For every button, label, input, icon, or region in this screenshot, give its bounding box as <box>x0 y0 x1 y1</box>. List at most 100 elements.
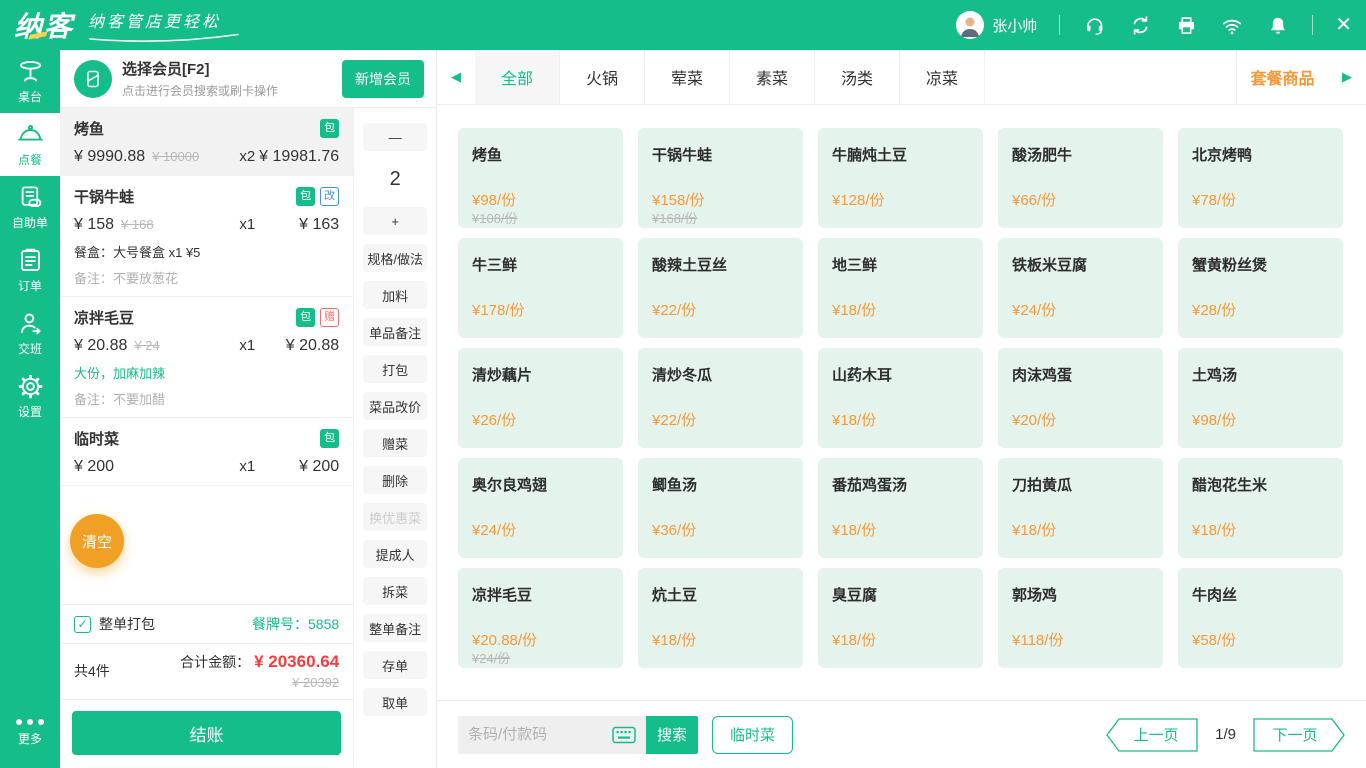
user-menu[interactable]: 张小帅 <box>956 11 1037 39</box>
sidebar-item-self-order[interactable]: 自助单 <box>0 176 60 239</box>
menu-item-name: 铁板米豆腐 <box>1012 254 1153 275</box>
prev-page-button[interactable]: 上一页 <box>1106 718 1198 752</box>
action-delete[interactable]: 删除 <box>363 466 427 494</box>
pack-checkbox[interactable]: ✓ <box>74 616 91 633</box>
sync-icon[interactable] <box>1128 13 1152 37</box>
menu-item-card[interactable]: 牛肉丝¥58/份 <box>1178 568 1343 668</box>
qty-plus-button[interactable]: + <box>363 207 427 235</box>
menu-item-card[interactable]: 山药木耳¥18/份 <box>818 348 983 448</box>
clear-cart-button[interactable]: 清空 <box>70 514 124 568</box>
sidebar-item-more[interactable]: 更多 <box>0 698 60 768</box>
sidebar-item-tables[interactable]: 桌台 <box>0 50 60 113</box>
tab-hotpot[interactable]: 火锅 <box>560 50 645 104</box>
cart-item[interactable]: 干锅牛蛙包改¥ 158¥ 168x1¥ 163餐盒：大号餐盒 x1 ¥5备注：不… <box>60 176 353 297</box>
menu-item-card[interactable]: 铁板米豆腐 ¥24/份 <box>998 238 1163 338</box>
menu-item-price: ¥128/份 <box>832 189 885 210</box>
menu-item-card[interactable]: 地三鲜¥18/份 <box>818 238 983 338</box>
menu-item-price: ¥66/份 <box>1012 189 1056 210</box>
action-add-ingredient[interactable]: 加料 <box>363 281 427 309</box>
order-panel-body: 烤鱼包¥ 9990.88¥ 10000x2¥ 19981.76干锅牛蛙包改¥ 1… <box>60 108 436 768</box>
cart: 烤鱼包¥ 9990.88¥ 10000x2¥ 19981.76干锅牛蛙包改¥ 1… <box>60 108 354 768</box>
brand: 纳客 纳客管店更轻松 <box>14 5 240 45</box>
action-buttons: 规格/做法加料单品备注打包菜品改价赠菜删除换优惠菜提成人拆菜整单备注存单取单 <box>363 244 427 716</box>
cart-item-original-price: ¥ 24 <box>134 338 159 353</box>
action-pack[interactable]: 打包 <box>363 355 427 383</box>
menu-item-card[interactable]: 鲫鱼汤¥36/份 <box>638 458 803 558</box>
menu-item-card[interactable]: 臭豆腐¥18/份 <box>818 568 983 668</box>
menu-item-original-price: ¥168/份 <box>652 208 698 227</box>
tab-vegetable[interactable]: 素菜 <box>730 50 815 104</box>
menu-item-card[interactable]: 牛三鲜¥178/份 <box>458 238 623 338</box>
tab-meat[interactable]: 荤菜 <box>645 50 730 104</box>
bell-icon[interactable] <box>1266 13 1290 37</box>
select-member-button[interactable]: 选择会员[F2] 点击进行会员搜索或刷卡操作 <box>122 58 278 99</box>
action-save-order[interactable]: 存单 <box>363 651 427 679</box>
menu-item-card[interactable]: 酸辣土豆丝¥22/份 <box>638 238 803 338</box>
menu-item-card[interactable]: 肉沫鸡蛋¥20/份 <box>998 348 1163 448</box>
checkout-button[interactable]: 结账 <box>72 711 341 755</box>
add-member-button[interactable]: 新增会员 <box>342 60 424 98</box>
action-change-price[interactable]: 菜品改价 <box>363 392 427 420</box>
member-card-icon <box>74 60 112 98</box>
menu-item-card[interactable]: 牛腩炖土豆¥128/份 <box>818 128 983 228</box>
menu-item-card[interactable]: 番茄鸡蛋汤¥18/份 <box>818 458 983 558</box>
menu-item-card[interactable]: 北京烤鸭¥78/份 <box>1178 128 1343 228</box>
action-swap-discount-dish[interactable]: 换优惠菜 <box>363 503 427 531</box>
menu-item-price: ¥98/份 <box>472 189 516 210</box>
next-page-button[interactable]: 下一页 <box>1253 718 1345 752</box>
order-panel: 选择会员[F2] 点击进行会员搜索或刷卡操作 新增会员 烤鱼包¥ 9990.88… <box>60 50 437 768</box>
menu-item-card[interactable]: 奥尔良鸡翅¥24/份 <box>458 458 623 558</box>
action-commission-person[interactable]: 提成人 <box>363 540 427 568</box>
close-icon[interactable]: ✕ <box>1335 15 1352 35</box>
sidebar-item-shift[interactable]: 交班 <box>0 302 60 365</box>
tabs-scroll-right-icon[interactable]: ▶ <box>1328 50 1366 104</box>
menu-item-card[interactable]: 清炒冬瓜¥22/份 <box>638 348 803 448</box>
menu-item-card[interactable]: 土鸡汤¥98/份 <box>1178 348 1343 448</box>
menu-item-card[interactable]: 醋泡花生米¥18/份 <box>1178 458 1343 558</box>
cart-item-badges: 包 <box>320 429 339 448</box>
action-retrieve-order[interactable]: 取单 <box>363 688 427 716</box>
keyboard-icon[interactable] <box>612 726 636 744</box>
menu-item-card[interactable]: 炕土豆¥18/份 <box>638 568 803 668</box>
cart-item-note: 备注：不要放葱花 <box>74 268 339 287</box>
action-gift-dish[interactable]: 赠菜 <box>363 429 427 457</box>
barcode-input[interactable] <box>468 726 586 743</box>
cart-item[interactable]: 烤鱼包¥ 9990.88¥ 10000x2¥ 19981.76 <box>60 108 353 176</box>
printer-icon[interactable] <box>1174 13 1198 37</box>
cart-item[interactable]: 临时菜包¥ 200x1¥ 200 <box>60 418 353 486</box>
menu-item-card[interactable]: 酸汤肥牛¥66/份 <box>998 128 1163 228</box>
action-item-note[interactable]: 单品备注 <box>363 318 427 346</box>
menu-item-name: 肉沫鸡蛋 <box>1012 364 1153 385</box>
cart-item[interactable]: 凉拌毛豆包赠¥ 20.88¥ 24x1¥ 20.88大份，加麻加辣备注：不要加醋 <box>60 297 353 418</box>
menu-item-card[interactable]: 蟹黄粉丝煲¥28/份 <box>1178 238 1343 338</box>
action-spec-method[interactable]: 规格/做法 <box>363 244 427 272</box>
tab-cold[interactable]: 凉菜 <box>900 50 985 104</box>
sidebar-item-ordering[interactable]: 点餐 <box>0 113 60 176</box>
menu-item-card[interactable]: 郭场鸡¥118/份 <box>998 568 1163 668</box>
sidebar-item-orders[interactable]: 订单 <box>0 239 60 302</box>
menu-item-card[interactable]: 刀拍黄瓜¥18/份 <box>998 458 1163 558</box>
menu-item-card[interactable]: 清炒藕片¥26/份 <box>458 348 623 448</box>
menu-item-card[interactable]: 烤鱼¥98/份¥108/份 <box>458 128 623 228</box>
menu-item-card[interactable]: 干锅牛蛙¥158/份¥168/份 <box>638 128 803 228</box>
support-icon[interactable] <box>1082 13 1106 37</box>
menu-item-price: ¥58/份 <box>1192 629 1236 650</box>
search-button[interactable]: 搜索 <box>646 716 698 754</box>
sidebar-item-settings[interactable]: 设置 <box>0 365 60 428</box>
cart-item-price: ¥ 158 <box>74 216 114 234</box>
cart-item-badges: 包 <box>320 119 339 138</box>
tab-combo-products[interactable]: 套餐商品 <box>1236 50 1328 104</box>
tab-soup[interactable]: 汤类 <box>815 50 900 104</box>
action-order-note[interactable]: 整单备注 <box>363 614 427 642</box>
action-split-dish[interactable]: 拆菜 <box>363 577 427 605</box>
cart-item-qty: x2 <box>239 148 255 165</box>
menu-item-card[interactable]: 凉拌毛豆¥20.88/份¥24/份 <box>458 568 623 668</box>
menu-item-price: ¥20.88/份 <box>472 629 537 650</box>
qty-minus-button[interactable]: — <box>363 123 427 151</box>
tab-all[interactable]: 全部 <box>475 50 560 104</box>
cart-item-list: 烤鱼包¥ 9990.88¥ 10000x2¥ 19981.76干锅牛蛙包改¥ 1… <box>60 108 353 604</box>
temp-dish-button[interactable]: 临时菜 <box>712 716 793 754</box>
wifi-icon[interactable] <box>1220 13 1244 37</box>
menu-item-price: ¥24/份 <box>1012 299 1056 320</box>
tabs-scroll-left-icon[interactable]: ◀ <box>437 50 475 104</box>
